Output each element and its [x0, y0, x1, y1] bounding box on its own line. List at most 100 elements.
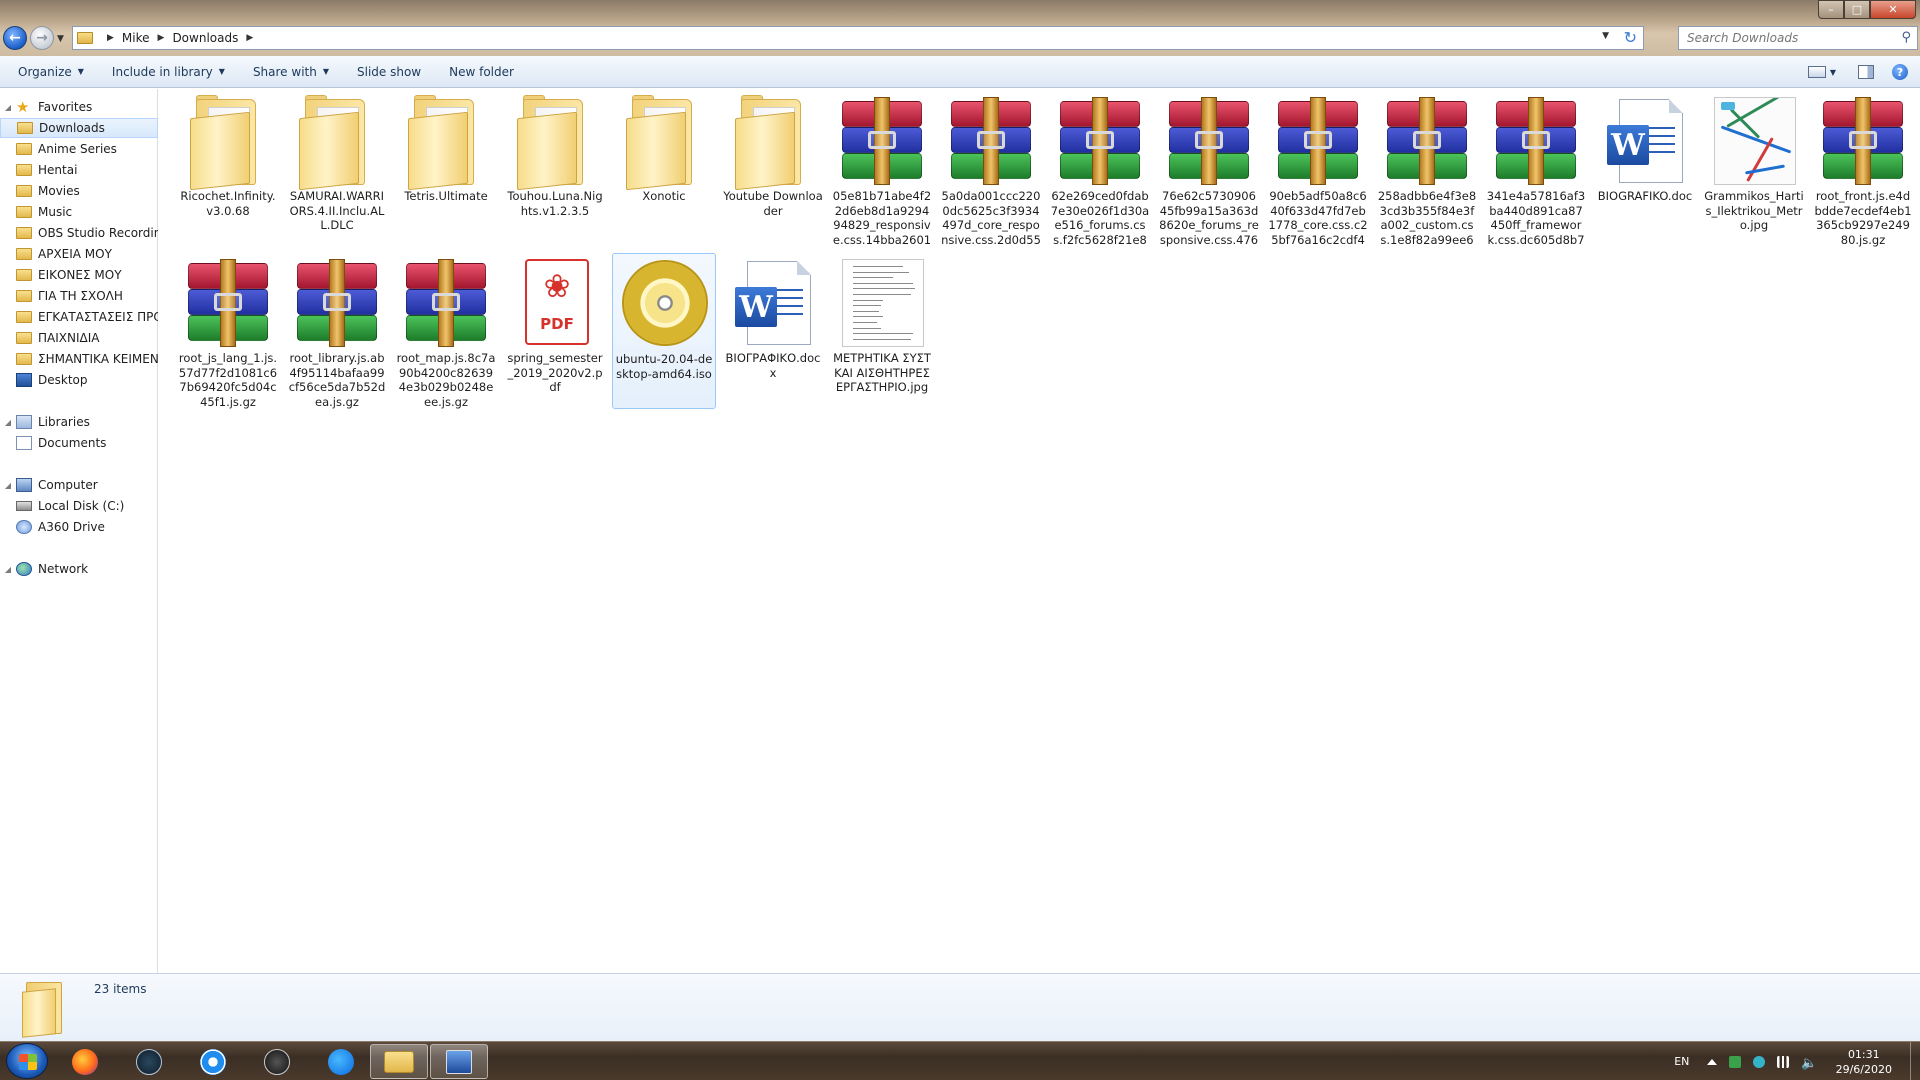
- chevron-down-icon: ▼: [322, 67, 329, 76]
- file-item-90eb5adf50a8c640f633d47fd7eb1778-core-cs[interactable]: 90eb5adf50a8c640f633d47fd7eb1778_core.cs…: [1266, 91, 1370, 247]
- image-thumbnail-icon: [834, 255, 930, 351]
- expand-arrow-icon[interactable]: ◢: [0, 418, 16, 427]
- sidebar-item-egkatastaseis[interactable]: ΕΓΚΑΤΑΣΤΑΣΕΙΣ ΠΡΟΓΡΑΜΜΑΤΩΝ: [0, 307, 158, 327]
- taskbar-steam[interactable]: [120, 1044, 178, 1079]
- file-list[interactable]: Ricochet.Infinity.v3.0.68 SAMURAI.WARRIOR…: [159, 89, 1920, 973]
- address-history-dropdown[interactable]: ▼: [1602, 31, 1609, 41]
- clock-time: 01:31: [1847, 1047, 1880, 1061]
- taskbar-firefox[interactable]: [56, 1044, 114, 1079]
- help-icon[interactable]: ?: [1892, 64, 1908, 80]
- file-item-root-map-js-8c7a90b4200c826394e3b029b024[interactable]: root_map.js.8c7a90b4200c826394e3b029b024…: [394, 253, 498, 409]
- shield-icon[interactable]: [1753, 1055, 1766, 1068]
- sidebar-item-music[interactable]: Music: [0, 202, 158, 222]
- taskbar-uplay[interactable]: [184, 1044, 242, 1079]
- sidebar-network[interactable]: ◢ Network: [0, 559, 158, 579]
- file-item-tetris-ultimate[interactable]: Tetris.Ultimate: [394, 91, 498, 247]
- close-button[interactable]: ✕: [1870, 0, 1916, 19]
- sidebar-item-simantika-keimena[interactable]: ΣΗΜΑΝΤΙΚΑ ΚΕΙΜΕΝΑ: [0, 349, 158, 369]
- file-item-root-front-js-e4dbdde7ecdef4eb1365cb9297[interactable]: root_front.js.e4dbdde7ecdef4eb1365cb9297…: [1811, 91, 1915, 247]
- file-item-jpg[interactable]: ΜΕΤΡΗΤΙΚΑ ΣΥΣΤ ΚΑΙ ΑΙΣΘΗΤΗΡΕΣ ΕΡΓΑΣΤΗΡΙΟ…: [830, 253, 934, 409]
- preview-pane-icon[interactable]: [1858, 65, 1874, 79]
- sidebar-computer[interactable]: ◢ Computer: [0, 475, 158, 495]
- sidebar-item-anime-series[interactable]: Anime Series: [0, 139, 158, 159]
- taskbar-messenger[interactable]: [312, 1044, 370, 1079]
- command-bar: Organize ▼ Include in library ▼ Share with…: [0, 56, 1920, 88]
- slide-show-button[interactable]: Slide show: [349, 65, 429, 79]
- breadcrumb-downloads[interactable]: Downloads: [172, 31, 238, 45]
- file-item-youtube-downloader[interactable]: Youtube Downloader: [721, 91, 825, 247]
- breadcrumb-mike[interactable]: Mike: [122, 31, 150, 45]
- view-options-dropdown[interactable]: ▼: [1830, 68, 1836, 77]
- file-item-docx[interactable]: W ΒΙΟΓΡΑΦΙΚΟ.docx: [721, 253, 825, 409]
- sidebar-item-eikones-mou[interactable]: ΕΙΚΟΝΕΣ ΜΟΥ: [0, 265, 158, 285]
- file-item-341e4a57816af3ba440d891ca87450ff-framewo[interactable]: 341e4a57816af3ba440d891ca87450ff_framewo…: [1484, 91, 1588, 247]
- change-view-icon[interactable]: [1807, 66, 1826, 78]
- search-box[interactable]: ⚲: [1678, 26, 1918, 50]
- maximize-button[interactable]: □: [1844, 0, 1870, 19]
- expand-arrow-icon[interactable]: ◢: [0, 103, 16, 112]
- sidebar-item-documents[interactable]: Documents: [0, 433, 158, 453]
- search-icon[interactable]: ⚲: [1901, 30, 1911, 45]
- sidebar-item-a360-drive[interactable]: A360 Drive: [0, 517, 158, 537]
- search-input[interactable]: [1687, 31, 1887, 45]
- file-item-root-library-js-ab4f95114bafaa99cf56ce5d[interactable]: root_library.js.ab4f95114bafaa99cf56ce5d…: [285, 253, 389, 409]
- sidebar-item-paichnidia[interactable]: ΠΑΙΧΝΙΔΙΑ: [0, 328, 158, 348]
- expand-arrow-icon[interactable]: ◢: [0, 481, 16, 490]
- nvidia-icon[interactable]: [1729, 1055, 1742, 1068]
- file-item-root-js-lang-1-js-57d77f2d1081c67b69420f[interactable]: root_js_lang_1.js.57d77f2d1081c67b69420f…: [176, 253, 280, 409]
- refresh-icon[interactable]: ↻: [1624, 28, 1637, 47]
- file-item-samurai-warriors-4-ii-inclu-all-dlc[interactable]: SAMURAI.WARRIORS.4.II.Inclu.ALL.DLC: [285, 91, 389, 247]
- start-button[interactable]: [6, 1043, 48, 1079]
- share-with-button[interactable]: Share with ▼: [245, 65, 337, 79]
- clock[interactable]: 01:31 29/6/2020: [1836, 1047, 1892, 1077]
- taskbar-obs[interactable]: [248, 1044, 306, 1079]
- sidebar-item-hentai[interactable]: Hentai: [0, 160, 158, 180]
- file-item-62e269ced0fdab7e30e026f1d30ae516-forums-[interactable]: 62e269ced0fdab7e30e026f1d30ae516_forums.…: [1048, 91, 1152, 247]
- include-in-library-button[interactable]: Include in library ▼: [104, 65, 233, 79]
- file-item-ubuntu-20-04-desktop-amd64-iso[interactable]: ubuntu-20.04-desktop-amd64.iso: [612, 253, 716, 409]
- image-thumbnail-icon: [1706, 93, 1802, 189]
- sidebar-item-desktop[interactable]: Desktop: [0, 370, 158, 390]
- sidebar-item-gia-ti-scholi[interactable]: ΓΙΑ ΤΗ ΣΧΟΛΗ: [0, 286, 158, 306]
- volume-icon[interactable]: 🔈: [1801, 1056, 1817, 1071]
- language-indicator[interactable]: EN: [1674, 1055, 1689, 1068]
- forward-button[interactable]: →: [30, 26, 54, 50]
- folder-icon: [22, 980, 68, 1038]
- organize-button[interactable]: Organize ▼: [10, 65, 92, 79]
- address-bar[interactable]: ▶ Mike ▶ Downloads ▶ ▼ ↻: [72, 26, 1644, 50]
- taskbar-explorer[interactable]: [370, 1044, 428, 1079]
- file-name: ΒΙΟΓΡΑΦΙΚΟ.docx: [725, 351, 821, 380]
- sidebar-item-label: Hentai: [38, 163, 78, 177]
- recent-pages-dropdown[interactable]: ▼: [57, 34, 64, 44]
- sidebar-item-local-disk[interactable]: Local Disk (C:): [0, 496, 158, 516]
- minimize-button[interactable]: –: [1818, 0, 1844, 19]
- signal-icon[interactable]: [1777, 1055, 1790, 1068]
- chevron-right-icon[interactable]: ▶: [246, 33, 253, 43]
- sidebar-libraries[interactable]: ◢ Libraries: [0, 412, 158, 432]
- file-item-ricochet-infinity-v3-0-68[interactable]: Ricochet.Infinity.v3.0.68: [176, 91, 280, 247]
- file-item-grammikos-hartis-ilektrikou-metro-jpg[interactable]: Grammikos_Hartis_Ilektrikou_Metro.jpg: [1702, 91, 1806, 247]
- expand-arrow-icon[interactable]: ◢: [0, 565, 16, 574]
- new-folder-button[interactable]: New folder: [441, 65, 522, 79]
- file-item-76e62c573090645fb99a15a363d8620e-forums-[interactable]: 76e62c573090645fb99a15a363d8620e_forums_…: [1157, 91, 1261, 247]
- sidebar-item-obs-studio-recordings[interactable]: OBS Studio Recordings: [0, 223, 158, 243]
- show-desktop-button[interactable]: [1910, 1042, 1920, 1080]
- file-item-xonotic[interactable]: Xonotic: [612, 91, 716, 247]
- chevron-right-icon[interactable]: ▶: [107, 33, 114, 43]
- file-item-258adbb6e4f3e83cd3b355f84e3fa002-custom-[interactable]: 258adbb6e4f3e83cd3b355f84e3fa002_custom.…: [1375, 91, 1479, 247]
- file-item-biografiko-doc[interactable]: W BIOGRAFIKO.doc: [1593, 91, 1697, 247]
- taskbar-app[interactable]: [430, 1044, 488, 1079]
- file-item-spring-semester-2019-2020v2-pdf[interactable]: ❀ PDF spring_semester_2019_2020v2.pdf: [503, 253, 607, 409]
- sidebar-item-movies[interactable]: Movies: [0, 181, 158, 201]
- winrar-archive-icon: [1270, 93, 1366, 189]
- show-hidden-icons-icon[interactable]: [1707, 1058, 1718, 1065]
- chevron-right-icon[interactable]: ▶: [158, 33, 165, 43]
- file-item-5a0da001ccc2200dc5625c3f3934497d-core-re[interactable]: 5a0da001ccc2200dc5625c3f3934497d_core_re…: [939, 91, 1043, 247]
- file-item-touhou-luna-nights-v1-2-3-5[interactable]: Touhou.Luna.Nights.v1.2.3.5: [503, 91, 607, 247]
- sidebar-item-archeia-mou[interactable]: ΑΡΧΕΙΑ ΜΟΥ: [0, 244, 158, 264]
- back-button[interactable]: ←: [3, 26, 27, 50]
- sidebar-favorites[interactable]: ◢ ★ Favorites: [0, 97, 158, 117]
- winrar-archive-icon: [1052, 93, 1148, 189]
- sidebar-item-downloads[interactable]: Downloads: [0, 118, 158, 138]
- file-item-05e81b71abe4f22d6eb8d1a929494829-respons[interactable]: 05e81b71abe4f22d6eb8d1a929494829_respons…: [830, 91, 934, 247]
